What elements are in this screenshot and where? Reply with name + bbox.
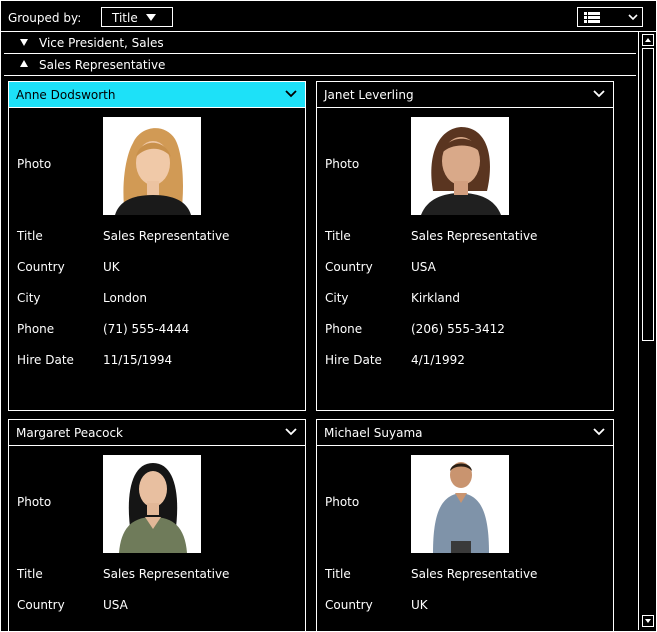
phone-label: Phone xyxy=(325,322,363,336)
title-value: Sales Representative xyxy=(411,567,538,581)
city-label: City xyxy=(325,291,349,305)
chevron-down-icon[interactable] xyxy=(593,88,605,100)
title-label: Title xyxy=(17,567,43,581)
grouped-by-value: Title xyxy=(112,11,138,25)
employee-name: Janet Leverling xyxy=(324,88,414,102)
phone-value: (71) 555-4444 xyxy=(103,322,190,336)
employee-name: Michael Suyama xyxy=(324,426,423,440)
scroll-thumb[interactable] xyxy=(642,48,654,341)
title-value: Sales Representative xyxy=(411,229,538,243)
scroll-up-button[interactable] xyxy=(642,34,654,46)
employee-card[interactable]: Michael Suyama Photo Title Sales Represe… xyxy=(316,419,614,631)
arrow-down-icon xyxy=(645,619,651,623)
chevron-down-icon[interactable] xyxy=(593,426,605,438)
country-value: USA xyxy=(103,598,128,612)
photo-label: Photo xyxy=(17,157,52,171)
employee-card[interactable]: Janet Leverling Photo Title Sales Repres… xyxy=(316,81,614,411)
title-label: Title xyxy=(17,229,43,243)
city-value: London xyxy=(103,291,147,305)
country-value: USA xyxy=(411,260,436,274)
employee-name: Anne Dodsworth xyxy=(16,88,116,102)
grouped-by-label: Grouped by: xyxy=(8,11,82,25)
employee-photo xyxy=(411,117,509,215)
card-header[interactable]: Anne Dodsworth xyxy=(9,82,305,108)
title-value: Sales Representative xyxy=(103,567,230,581)
photo-label: Photo xyxy=(325,157,360,171)
chevron-down-icon xyxy=(628,14,638,21)
country-label: Country xyxy=(325,260,373,274)
phone-label: Phone xyxy=(17,322,55,336)
card-header[interactable]: Michael Suyama xyxy=(317,420,613,446)
vertical-scrollbar[interactable] xyxy=(638,32,656,630)
group-label: Sales Representative xyxy=(39,58,166,72)
employee-photo xyxy=(411,455,509,553)
hire-date-value: 4/1/1992 xyxy=(411,353,465,367)
app-window: Grouped by: Title Vice President, Sales … xyxy=(0,0,657,632)
country-label: Country xyxy=(17,260,65,274)
country-label: Country xyxy=(325,598,373,612)
dropdown-arrow-icon xyxy=(146,14,156,21)
hire-date-label: Hire Date xyxy=(325,353,382,367)
group-header-vice-president-sales[interactable]: Vice President, Sales xyxy=(4,32,636,54)
country-value: UK xyxy=(411,598,428,612)
collapse-arrow-icon xyxy=(20,39,28,46)
chevron-down-icon[interactable] xyxy=(285,426,297,438)
employee-name: Margaret Peacock xyxy=(16,426,124,440)
employee-photo xyxy=(103,455,201,553)
scroll-down-button[interactable] xyxy=(642,615,654,627)
group-label: Vice President, Sales xyxy=(39,36,164,50)
city-value: Kirkland xyxy=(411,291,460,305)
card-header[interactable]: Janet Leverling xyxy=(317,82,613,108)
hire-date-label: Hire Date xyxy=(17,353,74,367)
title-label: Title xyxy=(325,229,351,243)
list-view-icon xyxy=(584,12,600,23)
country-label: Country xyxy=(17,598,65,612)
employee-card[interactable]: Anne Dodsworth Photo Title Sales Represe… xyxy=(8,81,306,411)
photo-label: Photo xyxy=(17,495,52,509)
title-label: Title xyxy=(325,567,351,581)
employee-photo xyxy=(103,117,201,215)
city-label: City xyxy=(17,291,41,305)
employee-card[interactable]: Margaret Peacock Photo Title Sales Repre… xyxy=(8,419,306,631)
phone-value: (206) 555-3412 xyxy=(411,322,505,336)
group-header-sales-representative[interactable]: Sales Representative xyxy=(4,54,636,76)
card-header[interactable]: Margaret Peacock xyxy=(9,420,305,446)
toolbar: Grouped by: Title xyxy=(1,1,656,32)
chevron-down-icon[interactable] xyxy=(285,88,297,100)
card-view: Vice President, Sales Sales Representati… xyxy=(1,32,637,631)
expand-arrow-icon xyxy=(20,60,28,67)
hire-date-value: 11/15/1994 xyxy=(103,353,173,367)
grouped-by-dropdown[interactable]: Title xyxy=(101,7,173,27)
title-value: Sales Representative xyxy=(103,229,230,243)
view-mode-dropdown[interactable] xyxy=(577,7,643,27)
arrow-up-icon xyxy=(645,38,651,42)
country-value: UK xyxy=(103,260,120,274)
photo-label: Photo xyxy=(325,495,360,509)
